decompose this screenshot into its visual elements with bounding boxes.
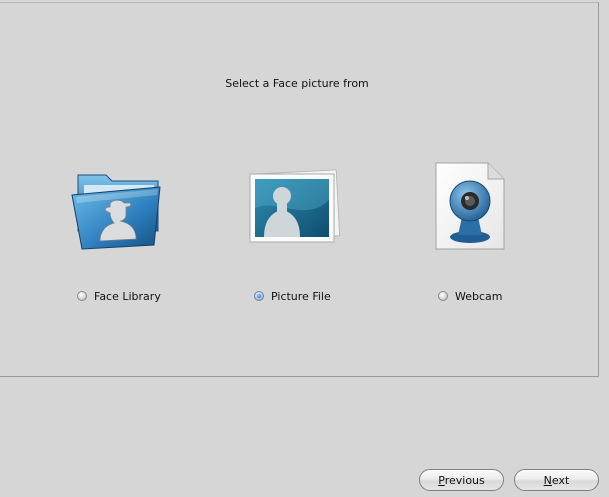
previous-label-rest: revious — [444, 473, 485, 487]
picture-file-radio[interactable] — [254, 291, 264, 301]
photo-silhouette-icon[interactable] — [246, 168, 342, 246]
next-button[interactable]: Next — [514, 469, 599, 491]
top-divider — [0, 2, 598, 3]
webcam-icon[interactable] — [434, 161, 506, 251]
page-heading: Select a Face picture from — [225, 77, 369, 90]
face-library-label: Face Library — [94, 289, 161, 303]
picture-file-option[interactable]: Picture File — [254, 289, 331, 303]
picture-file-label: Picture File — [271, 289, 331, 303]
webcam-radio[interactable] — [438, 291, 448, 301]
folder-silhouette-icon[interactable] — [70, 165, 166, 251]
face-library-option[interactable]: Face Library — [77, 289, 161, 303]
next-label-rest: ext — [551, 473, 570, 487]
previous-button[interactable]: Previous — [419, 469, 504, 491]
face-library-radio[interactable] — [77, 291, 87, 301]
next-mnemonic: N — [543, 473, 552, 487]
webcam-label: Webcam — [455, 289, 503, 303]
webcam-option[interactable]: Webcam — [438, 289, 503, 303]
